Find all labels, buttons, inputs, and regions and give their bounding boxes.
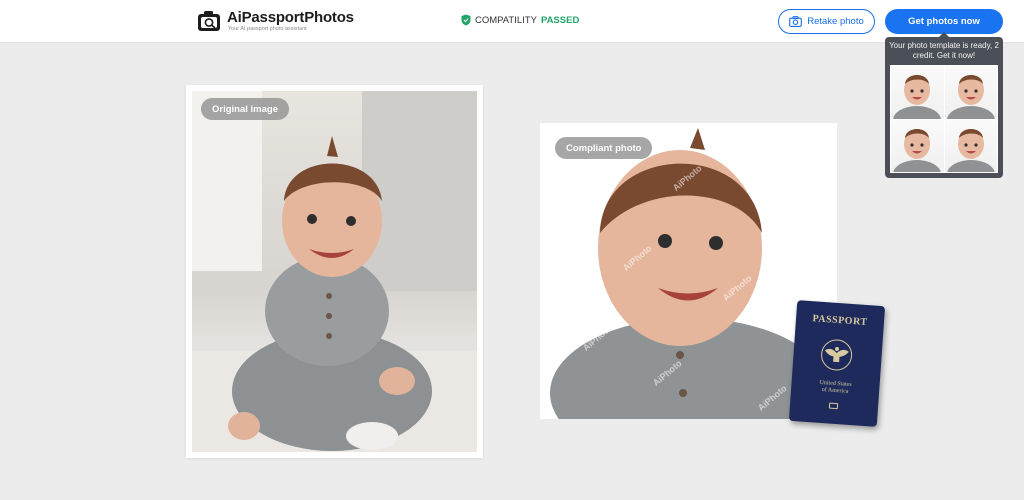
eagle-seal-icon <box>821 339 853 371</box>
logo-subtitle: Your AI passport photo assistant <box>228 26 307 32</box>
original-image-label: Original image <box>201 98 289 120</box>
camera-icon <box>789 16 803 27</box>
baby-thumbnail-icon <box>893 75 941 119</box>
photo-template-grid <box>890 65 998 173</box>
compatibility-label: COMPATILITY <box>475 14 537 26</box>
template-photo <box>891 66 944 119</box>
get-photos-now-label: Get photos now <box>908 16 980 27</box>
top-header: AiPassportPhotos Your AI passport photo … <box>0 0 1024 43</box>
retake-photo-button[interactable]: Retake photo <box>778 9 875 34</box>
logo-title: AiPassportPhotos <box>227 9 354 26</box>
shield-check-icon <box>461 14 471 26</box>
baby-thumbnail-icon <box>893 128 941 172</box>
original-photo <box>192 91 477 452</box>
camera-logo-icon <box>198 10 220 31</box>
logo[interactable]: AiPassportPhotos Your AI passport photo … <box>197 9 354 32</box>
compatibility-passed: PASSED <box>540 14 580 26</box>
baby-thumbnail-icon <box>946 75 995 119</box>
baby-photo-illustration <box>192 91 477 452</box>
popup-message: Your photo template is ready, 2 credit. … <box>889 41 999 60</box>
original-image-frame <box>186 85 483 458</box>
compatibility-status: COMPATILITY PASSED <box>461 14 579 26</box>
passport-country: United States of America <box>791 378 880 398</box>
passport-title: PASSPORT <box>812 313 868 329</box>
template-photo <box>944 119 997 172</box>
get-photos-now-button[interactable]: Get photos now <box>885 9 1003 34</box>
baby-thumbnail-icon <box>946 128 995 172</box>
retake-photo-label: Retake photo <box>807 16 864 27</box>
passport-book: PASSPORT United States of America <box>788 300 886 427</box>
template-ready-popup[interactable]: Your photo template is ready, 2 credit. … <box>885 32 1003 178</box>
template-photo <box>944 66 997 119</box>
compliant-photo-label: Compliant photo <box>555 137 653 159</box>
biometric-chip-icon <box>828 402 839 410</box>
template-photo <box>891 119 944 172</box>
